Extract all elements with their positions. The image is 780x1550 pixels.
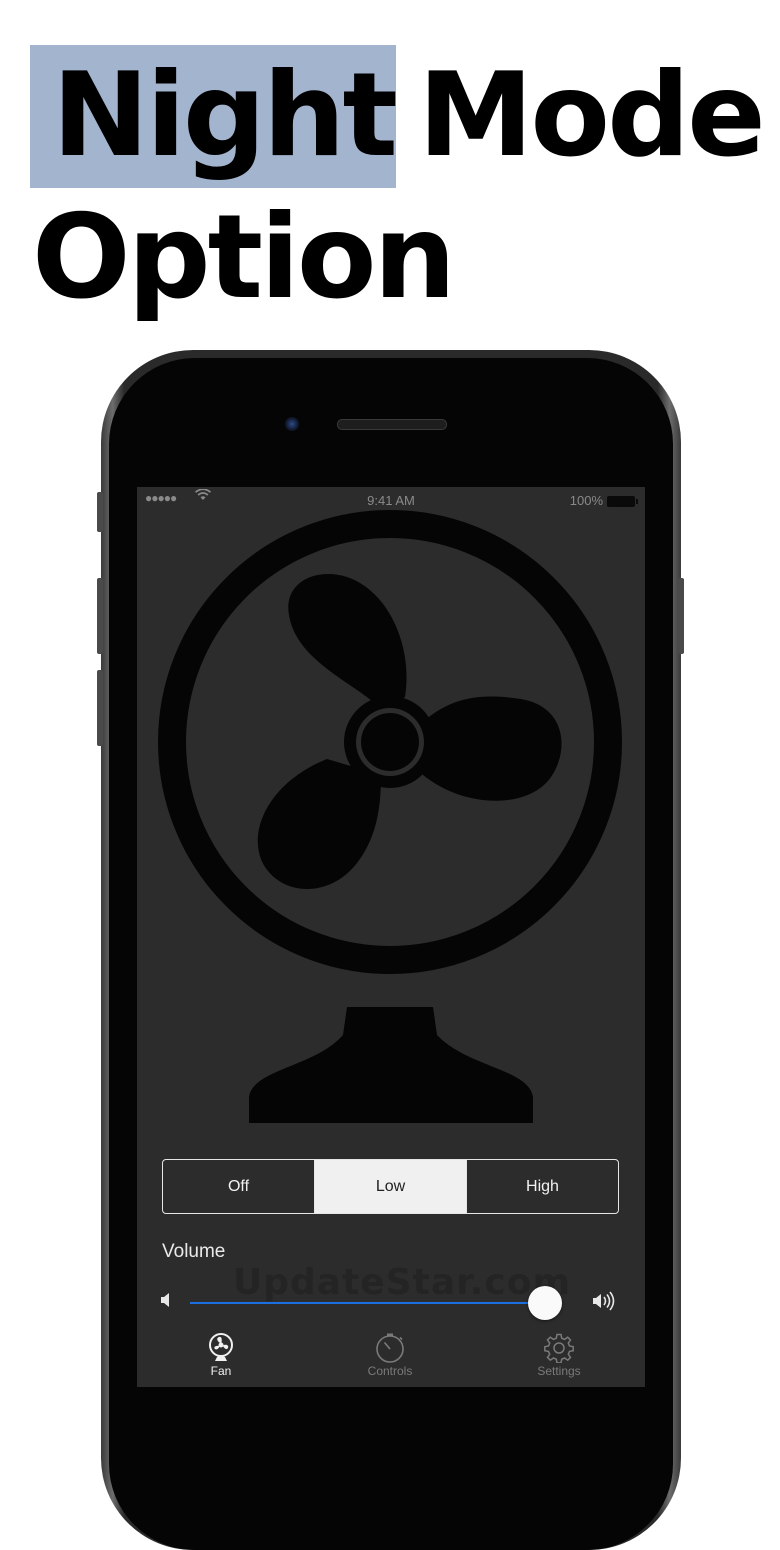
- speed-option-low[interactable]: Low: [314, 1160, 466, 1213]
- tab-label-fan: Fan: [210, 1364, 232, 1378]
- volume-slider-thumb[interactable]: [528, 1286, 563, 1320]
- stopwatch-icon: [376, 1333, 404, 1363]
- app-screen: ●●●●● 9:41 AM 100% Off Low High Volume U…: [137, 487, 645, 1387]
- speed-segmented-control: Off Low High: [162, 1159, 619, 1214]
- headline-word-mode: Mode: [418, 48, 766, 183]
- front-camera: [285, 417, 299, 431]
- speed-option-high[interactable]: High: [466, 1160, 618, 1213]
- headline: Night Mode Option: [0, 0, 780, 330]
- mute-switch: [97, 492, 103, 532]
- fan-icon: [209, 1333, 233, 1361]
- tab-label-controls: Controls: [367, 1364, 413, 1378]
- volume-down-button: [97, 670, 103, 746]
- speaker-high-icon: [593, 1291, 615, 1311]
- headline-word-night: Night: [52, 48, 398, 183]
- speaker-low-icon: [161, 1293, 169, 1307]
- power-button: [678, 578, 684, 654]
- volume-label: Volume: [162, 1241, 226, 1262]
- gear-icon: [544, 1333, 574, 1363]
- headline-word-option: Option: [32, 190, 456, 325]
- tab-bar: Fan Controls Settings: [137, 1333, 645, 1387]
- tab-controls[interactable]: Controls: [335, 1333, 445, 1378]
- tab-label-settings: Settings: [537, 1364, 581, 1378]
- fan-base: [249, 1007, 533, 1123]
- volume-slider-track[interactable]: [190, 1302, 556, 1304]
- fan-illustration[interactable]: [137, 487, 645, 1137]
- volume-up-button: [97, 578, 103, 654]
- earpiece-speaker: [337, 419, 447, 430]
- tab-fan[interactable]: Fan: [166, 1333, 276, 1378]
- fan-hub-center: [361, 713, 419, 771]
- speed-option-off[interactable]: Off: [163, 1160, 314, 1213]
- tab-settings[interactable]: Settings: [504, 1333, 614, 1378]
